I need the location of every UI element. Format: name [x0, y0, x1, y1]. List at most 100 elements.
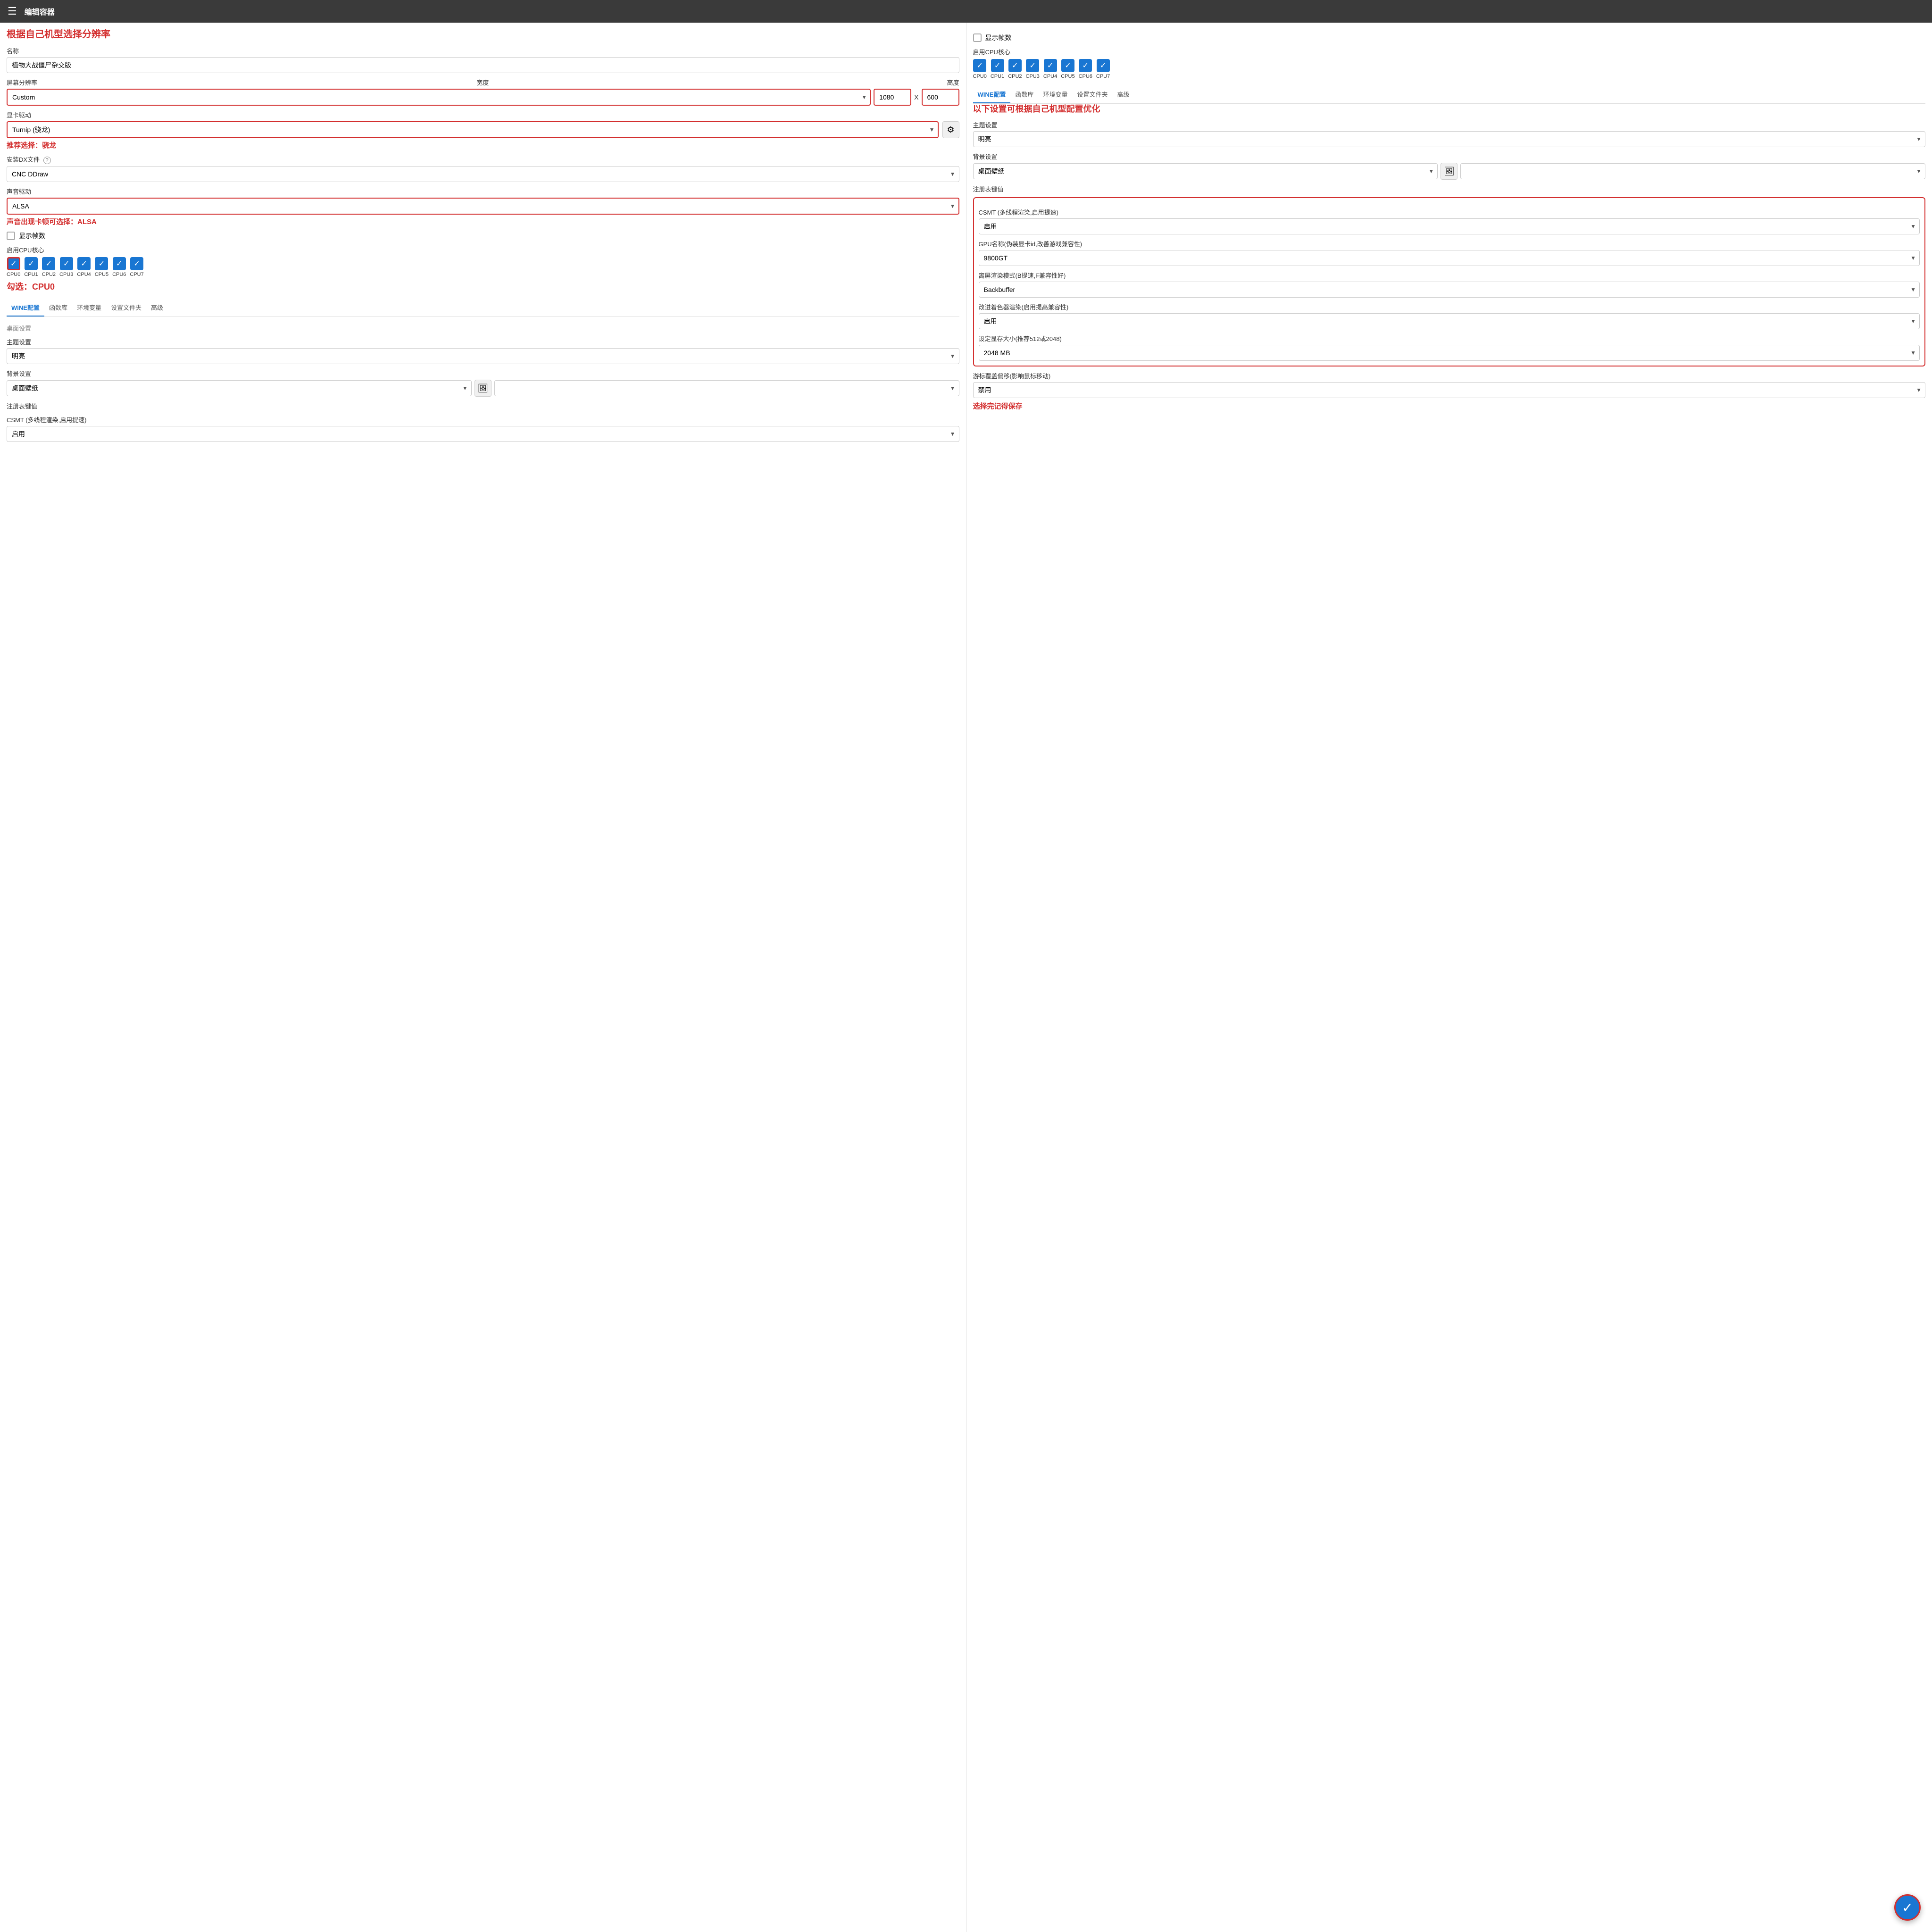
cpu6-label: CPU6	[112, 272, 126, 277]
right-cpu0-checkbox[interactable]: ✓	[973, 59, 986, 72]
tab-folders-right[interactable]: 设置文件夹	[1072, 86, 1112, 103]
tab-env-right[interactable]: 环境变量	[1038, 86, 1072, 103]
right-cpu-item-2: ✓ CPU2	[1008, 59, 1022, 79]
right-vram-select[interactable]: 2048 MB	[979, 345, 1920, 361]
cpu5-checkbox[interactable]: ✓	[95, 257, 108, 270]
cpu5-label: CPU5	[95, 272, 108, 277]
right-cpu6-checkbox[interactable]: ✓	[1079, 59, 1092, 72]
cpu4-checkbox[interactable]: ✓	[77, 257, 91, 270]
left-bg-image-button[interactable]: 🖼	[475, 380, 491, 397]
show-fps-row: 显示帧数	[7, 231, 959, 241]
name-label: 名称	[7, 46, 959, 55]
right-cursor-select[interactable]: 禁用	[973, 382, 1926, 398]
cpu-item-4: ✓ CPU4	[77, 257, 91, 277]
right-bg-image-button[interactable]: 🖼	[1441, 163, 1457, 180]
tab-advanced-left[interactable]: 高级	[146, 299, 168, 316]
right-cpu-item-5: ✓ CPU5	[1061, 59, 1074, 79]
right-cursor-label: 游标覆盖偏移(影响鼠标移动)	[973, 371, 1926, 380]
right-bg-select[interactable]: 桌面壁纸	[973, 163, 1438, 179]
left-bg-select[interactable]: 桌面壁纸	[7, 380, 472, 396]
right-panel: 显示帧数 启用CPU核心 ✓ CPU0 ✓ CPU1 ✓ CPU2 ✓	[966, 23, 1932, 1932]
tab-libs-right[interactable]: 函数库	[1010, 86, 1038, 103]
right-cpu5-checkbox[interactable]: ✓	[1061, 59, 1074, 72]
dx-select[interactable]: CNC DDraw	[7, 166, 959, 182]
gpu-driver-select[interactable]: Turnip (骁龙)	[7, 121, 939, 138]
cpu-item-7: ✓ CPU7	[130, 257, 143, 277]
resolution-label: 屏幕分辨率	[7, 78, 37, 87]
dx-label: 安装DX文件 ?	[7, 155, 959, 164]
resolution-preset-select[interactable]: Custom	[7, 89, 871, 106]
cpu1-checkbox[interactable]: ✓	[25, 257, 38, 270]
cpu0-checkbox[interactable]: ✓	[7, 257, 20, 270]
left-csmt-select[interactable]: 启用	[7, 426, 959, 442]
left-theme-select[interactable]: 明亮	[7, 348, 959, 364]
tab-env-left[interactable]: 环境变量	[72, 299, 106, 316]
cpu3-checkbox[interactable]: ✓	[60, 257, 73, 270]
right-theme-select[interactable]: 明亮	[973, 131, 1926, 147]
right-shader-wrap: 启用 ▼	[979, 313, 1920, 329]
cpu6-checkbox[interactable]: ✓	[113, 257, 126, 270]
tab-advanced-right[interactable]: 高级	[1113, 86, 1134, 103]
cpu-item-5: ✓ CPU5	[95, 257, 108, 277]
tab-wine-config-left[interactable]: WINE配置	[7, 299, 44, 316]
tab-wine-config-right[interactable]: WINE配置	[973, 86, 1011, 103]
resolution-height-input[interactable]	[922, 89, 959, 106]
right-cpu1-checkbox[interactable]: ✓	[991, 59, 1004, 72]
right-cpu4-label: CPU4	[1043, 74, 1057, 79]
gpu-settings-button[interactable]: ⚙	[942, 121, 959, 138]
resolution-width-input[interactable]	[874, 89, 911, 106]
width-label: 宽度	[476, 78, 489, 87]
show-fps-label: 显示帧数	[19, 231, 45, 241]
gpu-driver-wrap: Turnip (骁龙) ▼	[7, 121, 939, 138]
right-cpu6-label: CPU6	[1079, 74, 1092, 79]
cpu-annotation: 勾选：CPU0	[7, 280, 55, 292]
cpu-item-3: ✓ CPU3	[59, 257, 73, 277]
tab-folders-left[interactable]: 设置文件夹	[106, 299, 146, 316]
gpu-annotation: 推荐选择：骁龙	[7, 140, 56, 150]
tab-libs-left[interactable]: 函数库	[44, 299, 72, 316]
audio-select[interactable]: ALSA	[7, 198, 959, 215]
right-cpu2-checkbox[interactable]: ✓	[1008, 59, 1022, 72]
right-offscreen-select[interactable]: Backbuffer	[979, 282, 1920, 298]
dx-help-icon[interactable]: ?	[43, 157, 51, 164]
audio-label: 声音驱动	[7, 187, 959, 196]
right-vram-wrap: 2048 MB ▼	[979, 345, 1920, 361]
right-annotation-title: 以下设置可根据自己机型配置优化	[973, 104, 1926, 115]
right-cpu3-label: CPU3	[1026, 74, 1040, 79]
right-cpu-grid: ✓ CPU0 ✓ CPU1 ✓ CPU2 ✓ CPU3 ✓ CPU4	[973, 59, 1926, 79]
left-bg-wrap: 桌面壁纸 ▼	[7, 380, 472, 396]
left-annotation-title: 根据自己机型选择分辨率	[7, 28, 959, 41]
cpu7-checkbox[interactable]: ✓	[130, 257, 143, 270]
left-panel: 根据自己机型选择分辨率 名称 屏幕分辨率 宽度 高度 Custom ▼ X	[0, 23, 966, 1932]
left-bg-label: 背景设置	[7, 369, 959, 378]
right-csmt-select[interactable]: 启用	[979, 218, 1920, 234]
right-cpu-item-6: ✓ CPU6	[1079, 59, 1092, 79]
name-input[interactable]	[7, 57, 959, 73]
cpu-item-1: ✓ CPU1	[24, 257, 38, 277]
right-show-fps-checkbox[interactable]	[973, 33, 982, 42]
cpu2-label: CPU2	[42, 272, 56, 277]
right-cpu7-checkbox[interactable]: ✓	[1097, 59, 1110, 72]
gpu-driver-label: 显卡驱动	[7, 110, 959, 119]
audio-wrap: ALSA ▼	[7, 198, 959, 215]
right-bg-extra-select[interactable]	[1460, 163, 1925, 179]
right-theme-wrap: 明亮 ▼	[973, 131, 1926, 147]
right-cursor-wrap: 禁用 ▼	[973, 382, 1926, 398]
cpu-section-label: 启用CPU核心	[7, 245, 959, 254]
right-gpu-name-select[interactable]: 9800GT	[979, 250, 1920, 266]
cpu2-checkbox[interactable]: ✓	[42, 257, 55, 270]
right-cpu-item-3: ✓ CPU3	[1026, 59, 1040, 79]
left-bg-extra-wrap: ▼	[494, 380, 959, 396]
save-fab-button[interactable]: ✓	[1894, 1894, 1921, 1921]
left-bg-extra-select[interactable]	[494, 380, 959, 396]
right-cpu-item-0: ✓ CPU0	[973, 59, 987, 79]
right-cpu3-checkbox[interactable]: ✓	[1026, 59, 1039, 72]
right-offscreen-label: 离屏渲染模式(B提速,F兼容性好)	[979, 271, 1920, 280]
right-shader-select[interactable]: 启用	[979, 313, 1920, 329]
show-fps-checkbox[interactable]	[7, 232, 15, 240]
menu-icon[interactable]: ☰	[8, 5, 17, 17]
right-bg-row: 桌面壁纸 ▼ 🖼 ▼	[973, 163, 1926, 180]
left-csmt-wrap: 启用 ▼	[7, 426, 959, 442]
right-bg-label: 背景设置	[973, 152, 1926, 161]
right-cpu4-checkbox[interactable]: ✓	[1044, 59, 1057, 72]
